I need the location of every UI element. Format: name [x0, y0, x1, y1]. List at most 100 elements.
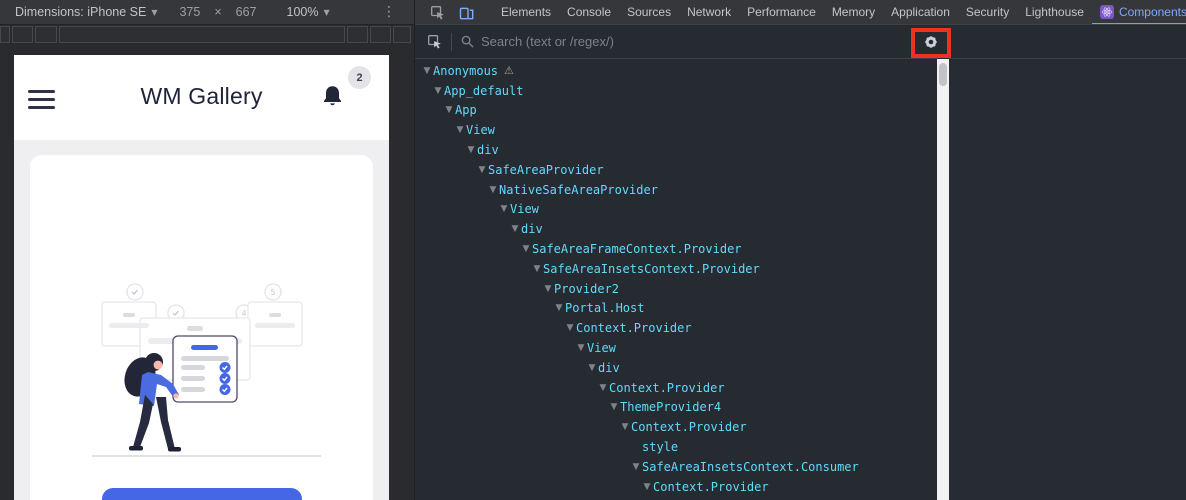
tree-row[interactable]: style: [415, 437, 937, 457]
ruler-segment: [347, 26, 368, 43]
tree-row[interactable]: ▼ View: [415, 200, 937, 220]
component-name: Context.Provider: [609, 380, 725, 395]
devtools-tab-list: Elements Console Sources Network Performance…: [493, 0, 1186, 24]
device-ruler-strip: [0, 26, 411, 43]
search-icon: [461, 35, 474, 48]
tab-network[interactable]: Network: [679, 0, 739, 24]
search-input[interactable]: [481, 34, 937, 49]
tab-label: Console: [567, 4, 612, 19]
expander-icon[interactable]: ▼: [575, 343, 587, 353]
ruler-segment: [393, 26, 411, 43]
tree-row[interactable]: ▼ App_default: [415, 81, 937, 101]
component-name: NativeSafeAreaProvider: [499, 182, 658, 197]
tree-row[interactable]: ▼ SafeAreaFrameContext.Provider: [415, 239, 937, 259]
tree-row[interactable]: ▼ SafeAreaProvider: [415, 160, 937, 180]
ruler-segment: [59, 26, 345, 43]
expander-icon[interactable]: ▼: [487, 185, 499, 195]
tree-row[interactable]: ▼ div: [415, 358, 937, 378]
tree-row[interactable]: ▼ Context.Provider: [415, 477, 937, 497]
device-toolbar-toggle-icon[interactable]: [452, 5, 481, 20]
tab-memory[interactable]: Memory: [824, 0, 883, 24]
tree-row[interactable]: ▼ Context.Provider: [415, 417, 937, 437]
tree-row[interactable]: ▼ Context.Provider: [415, 378, 937, 398]
expander-icon[interactable]: ▼: [608, 402, 620, 412]
dimensions-select[interactable]: Dimensions: iPhone SE: [15, 5, 146, 19]
tab-label: Application: [891, 4, 950, 19]
react-devtools-toolbar: [415, 25, 937, 59]
expander-icon[interactable]: ▼: [542, 284, 554, 294]
component-name: SafeAreaProvider: [488, 162, 604, 177]
expander-icon[interactable]: ▼: [465, 145, 477, 155]
component-name: div: [521, 222, 543, 237]
expander-icon[interactable]: ▼: [619, 422, 631, 432]
component-name: SafeAreaInsetsContext.Provider: [543, 261, 760, 276]
component-name: App: [455, 103, 477, 118]
tab-console[interactable]: Console: [559, 0, 619, 24]
component-name: SafeAreaFrameContext.Provider: [532, 242, 742, 257]
expander-icon[interactable]: ▼: [432, 86, 444, 96]
viewport-height-field[interactable]: 667: [236, 5, 257, 19]
inspect-component-icon[interactable]: [425, 34, 444, 49]
tree-row[interactable]: ▼ App: [415, 101, 937, 121]
expander-icon[interactable]: ▼: [553, 303, 565, 313]
devtools-tabbar: Elements Console Sources Network Performance…: [415, 0, 1186, 25]
component-name: App_default: [444, 83, 524, 98]
tab-label: Components: [1118, 4, 1186, 19]
tab-performance[interactable]: Performance: [739, 0, 824, 24]
tree-row[interactable]: ▼ Anonymous ⚠: [415, 61, 937, 81]
expander-icon[interactable]: ▼: [586, 363, 598, 373]
expander-icon[interactable]: ▼: [443, 105, 455, 115]
expander-icon[interactable]: ▼: [630, 462, 642, 472]
tree-row[interactable]: ▼ Portal.Host: [415, 299, 937, 319]
inspect-element-icon[interactable]: [423, 5, 452, 20]
expander-icon[interactable]: ▼: [531, 264, 543, 274]
emulated-viewport: WM Gallery 2 4 5: [14, 55, 389, 500]
expander-icon[interactable]: ▼: [421, 66, 433, 76]
component-name: style: [642, 440, 679, 455]
content-card: 345: [30, 155, 373, 500]
component-name: Provider2: [554, 281, 620, 296]
tab-application[interactable]: Application: [883, 0, 958, 24]
tree-row[interactable]: ▼ div: [415, 219, 937, 239]
component-name: View: [510, 202, 539, 217]
tab-label: Performance: [747, 4, 816, 19]
scrollbar-thumb[interactable]: [939, 63, 947, 86]
tree-row[interactable]: ▼ ThemeProvider4: [415, 398, 937, 418]
device-emulation-pane: Dimensions: iPhone SE ▼ 375 × 667 100% ▼…: [0, 0, 414, 500]
kebab-menu-icon[interactable]: ⋮: [382, 4, 396, 20]
expander-icon[interactable]: ▼: [564, 323, 576, 333]
component-name: ThemeProvider4: [620, 400, 722, 415]
expander-icon[interactable]: ▼: [454, 125, 466, 135]
tab-sources[interactable]: Sources: [619, 0, 679, 24]
multiply-icon: ×: [214, 5, 222, 19]
ruler-segment: [12, 26, 33, 43]
tree-row[interactable]: ▼ NativeSafeAreaProvider: [415, 180, 937, 200]
notification-badge: 2: [348, 66, 371, 89]
tree-row[interactable]: ▼ Context.Provider: [415, 318, 937, 338]
expander-icon[interactable]: ▼: [597, 383, 609, 393]
tree-row[interactable]: ▼ View: [415, 120, 937, 140]
tree-row[interactable]: ▼ div: [415, 140, 937, 160]
svg-text:5: 5: [270, 288, 275, 297]
tab-components[interactable]: Components: [1091, 0, 1186, 24]
expander-icon[interactable]: ▼: [476, 165, 488, 175]
tree-row[interactable]: ▼ Provider2: [415, 279, 937, 299]
tab-elements[interactable]: Elements: [493, 0, 559, 24]
expander-icon[interactable]: ▼: [520, 244, 532, 254]
expander-icon[interactable]: ▼: [498, 204, 510, 214]
tree-row[interactable]: ▼ View: [415, 338, 937, 358]
tree-row[interactable]: ▼ SafeAreaInsetsContext.Consumer: [415, 457, 937, 477]
zoom-select[interactable]: 100%: [287, 5, 319, 19]
expander-icon[interactable]: ▼: [509, 224, 521, 234]
component-name: Context.Provider: [576, 321, 692, 336]
tree-row[interactable]: ▼ SafeAreaInsetsContext.Provider: [415, 259, 937, 279]
divider: [451, 32, 452, 51]
primary-action-button[interactable]: [102, 488, 302, 500]
tab-lighthouse[interactable]: Lighthouse: [1017, 0, 1092, 24]
devtools-window: Dimensions: iPhone SE ▼ 375 × 667 100% ▼…: [0, 0, 1186, 500]
bell-icon[interactable]: [320, 84, 345, 116]
tree-scrollbar[interactable]: [937, 59, 949, 500]
viewport-width-field[interactable]: 375: [179, 5, 200, 19]
tab-security[interactable]: Security: [958, 0, 1017, 24]
expander-icon[interactable]: ▼: [641, 482, 653, 492]
